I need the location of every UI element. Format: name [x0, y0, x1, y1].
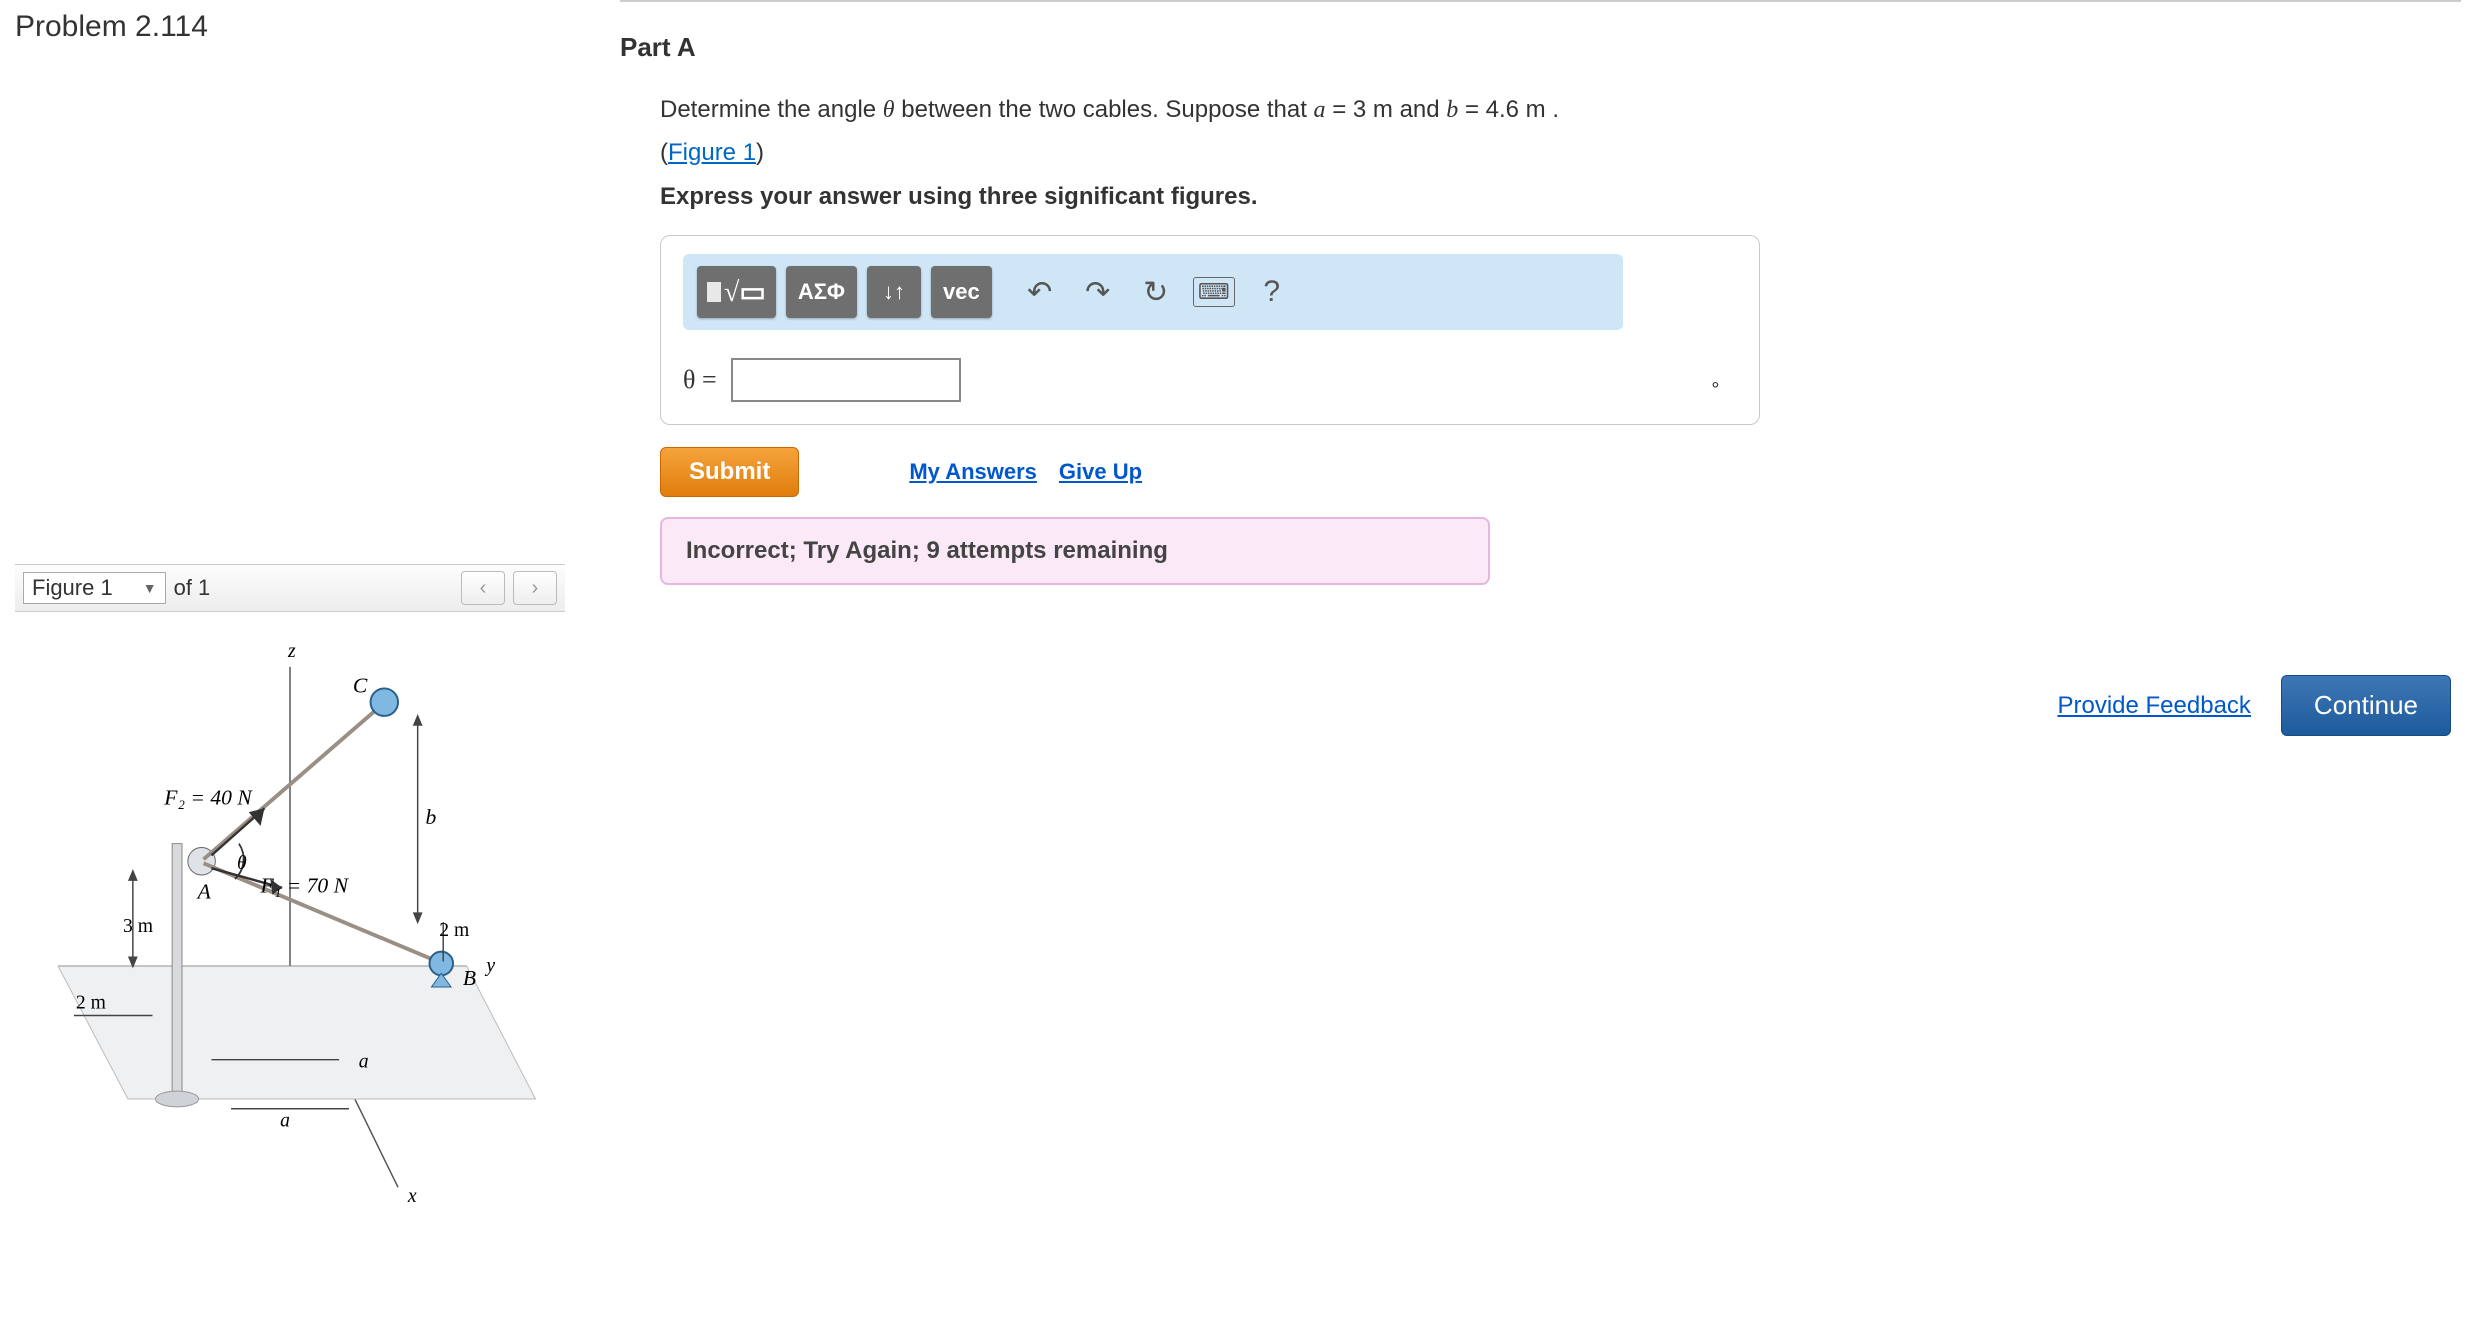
updown-arrow-icon: ↓↑	[883, 279, 905, 305]
subscript-button[interactable]: ↓↑	[867, 266, 921, 318]
figure-select[interactable]: Figure 1 ▼	[23, 572, 166, 604]
provide-feedback-link[interactable]: Provide Feedback	[2057, 692, 2250, 720]
svg-text:C: C	[353, 673, 368, 697]
continue-button[interactable]: Continue	[2281, 675, 2451, 736]
equation-toolbar: √▭ ΑΣΦ ↓↑ vec ↶ ↷ ↻	[683, 254, 1623, 330]
redo-icon: ↷	[1085, 275, 1110, 310]
figure-count: of 1	[174, 575, 211, 601]
help-icon: ?	[1263, 275, 1280, 309]
chevron-left-icon: ‹	[480, 577, 487, 600]
svg-text:2 m: 2 m	[439, 919, 469, 941]
svg-text:3 m: 3 m	[123, 915, 153, 937]
vec-button[interactable]: vec	[931, 266, 992, 318]
help-button[interactable]: ?	[1248, 268, 1296, 316]
keyboard-button[interactable]: ⌨	[1190, 268, 1238, 316]
feedback-message: Incorrect; Try Again; 9 attempts remaini…	[660, 517, 1490, 585]
input-label: θ =	[683, 365, 717, 395]
greek-button[interactable]: ΑΣΦ	[786, 266, 857, 318]
radical-icon: √▭	[724, 275, 766, 309]
svg-text:b: b	[426, 805, 437, 829]
figure-link[interactable]: Figure 1	[668, 139, 756, 166]
template-block-icon	[707, 282, 721, 302]
my-answers-link[interactable]: My Answers	[909, 459, 1037, 485]
svg-text:B: B	[463, 966, 476, 990]
figure-diagram: z y x	[15, 622, 565, 1242]
svg-text:F₂ = 40 N: F₂ = 40 N	[163, 785, 253, 809]
problem-title: Problem 2.114	[15, 10, 565, 44]
figure-select-label: Figure 1	[32, 575, 113, 601]
undo-icon: ↶	[1027, 275, 1052, 310]
chevron-right-icon: ›	[532, 577, 539, 600]
svg-text:F₁ = 70 N: F₁ = 70 N	[260, 874, 350, 898]
answer-box: √▭ ΑΣΦ ↓↑ vec ↶ ↷ ↻	[660, 235, 1760, 425]
svg-text:x: x	[407, 1185, 417, 1207]
undo-button[interactable]: ↶	[1016, 268, 1064, 316]
reset-icon: ↻	[1143, 275, 1168, 310]
part-title: Part A	[620, 32, 2461, 63]
svg-text:2 m: 2 m	[76, 992, 106, 1014]
templates-button[interactable]: √▭	[697, 266, 776, 318]
divider	[620, 0, 2461, 2]
give-up-link[interactable]: Give Up	[1059, 459, 1142, 485]
reset-button[interactable]: ↻	[1132, 268, 1180, 316]
chevron-down-icon: ▼	[143, 580, 157, 596]
svg-text:y: y	[484, 954, 495, 976]
svg-text:z: z	[287, 640, 296, 662]
svg-text:θ: θ	[237, 852, 247, 874]
svg-text:a: a	[359, 1051, 369, 1073]
figure-next-button[interactable]: ›	[513, 571, 557, 605]
prompt-text: Determine the angle θ between the two ca…	[660, 93, 2461, 128]
redo-button[interactable]: ↷	[1074, 268, 1122, 316]
keyboard-icon: ⌨	[1193, 277, 1235, 307]
figure-prev-button[interactable]: ‹	[461, 571, 505, 605]
svg-text:A: A	[196, 880, 212, 904]
figure-nav-bar: Figure 1 ▼ of 1 ‹ ›	[15, 564, 565, 612]
svg-text:a: a	[280, 1109, 290, 1131]
submit-button[interactable]: Submit	[660, 447, 799, 497]
unit-degree: ∘	[1710, 374, 1721, 395]
instruction-text: Express your answer using three signific…	[660, 183, 2461, 211]
theta-input[interactable]	[731, 358, 961, 402]
